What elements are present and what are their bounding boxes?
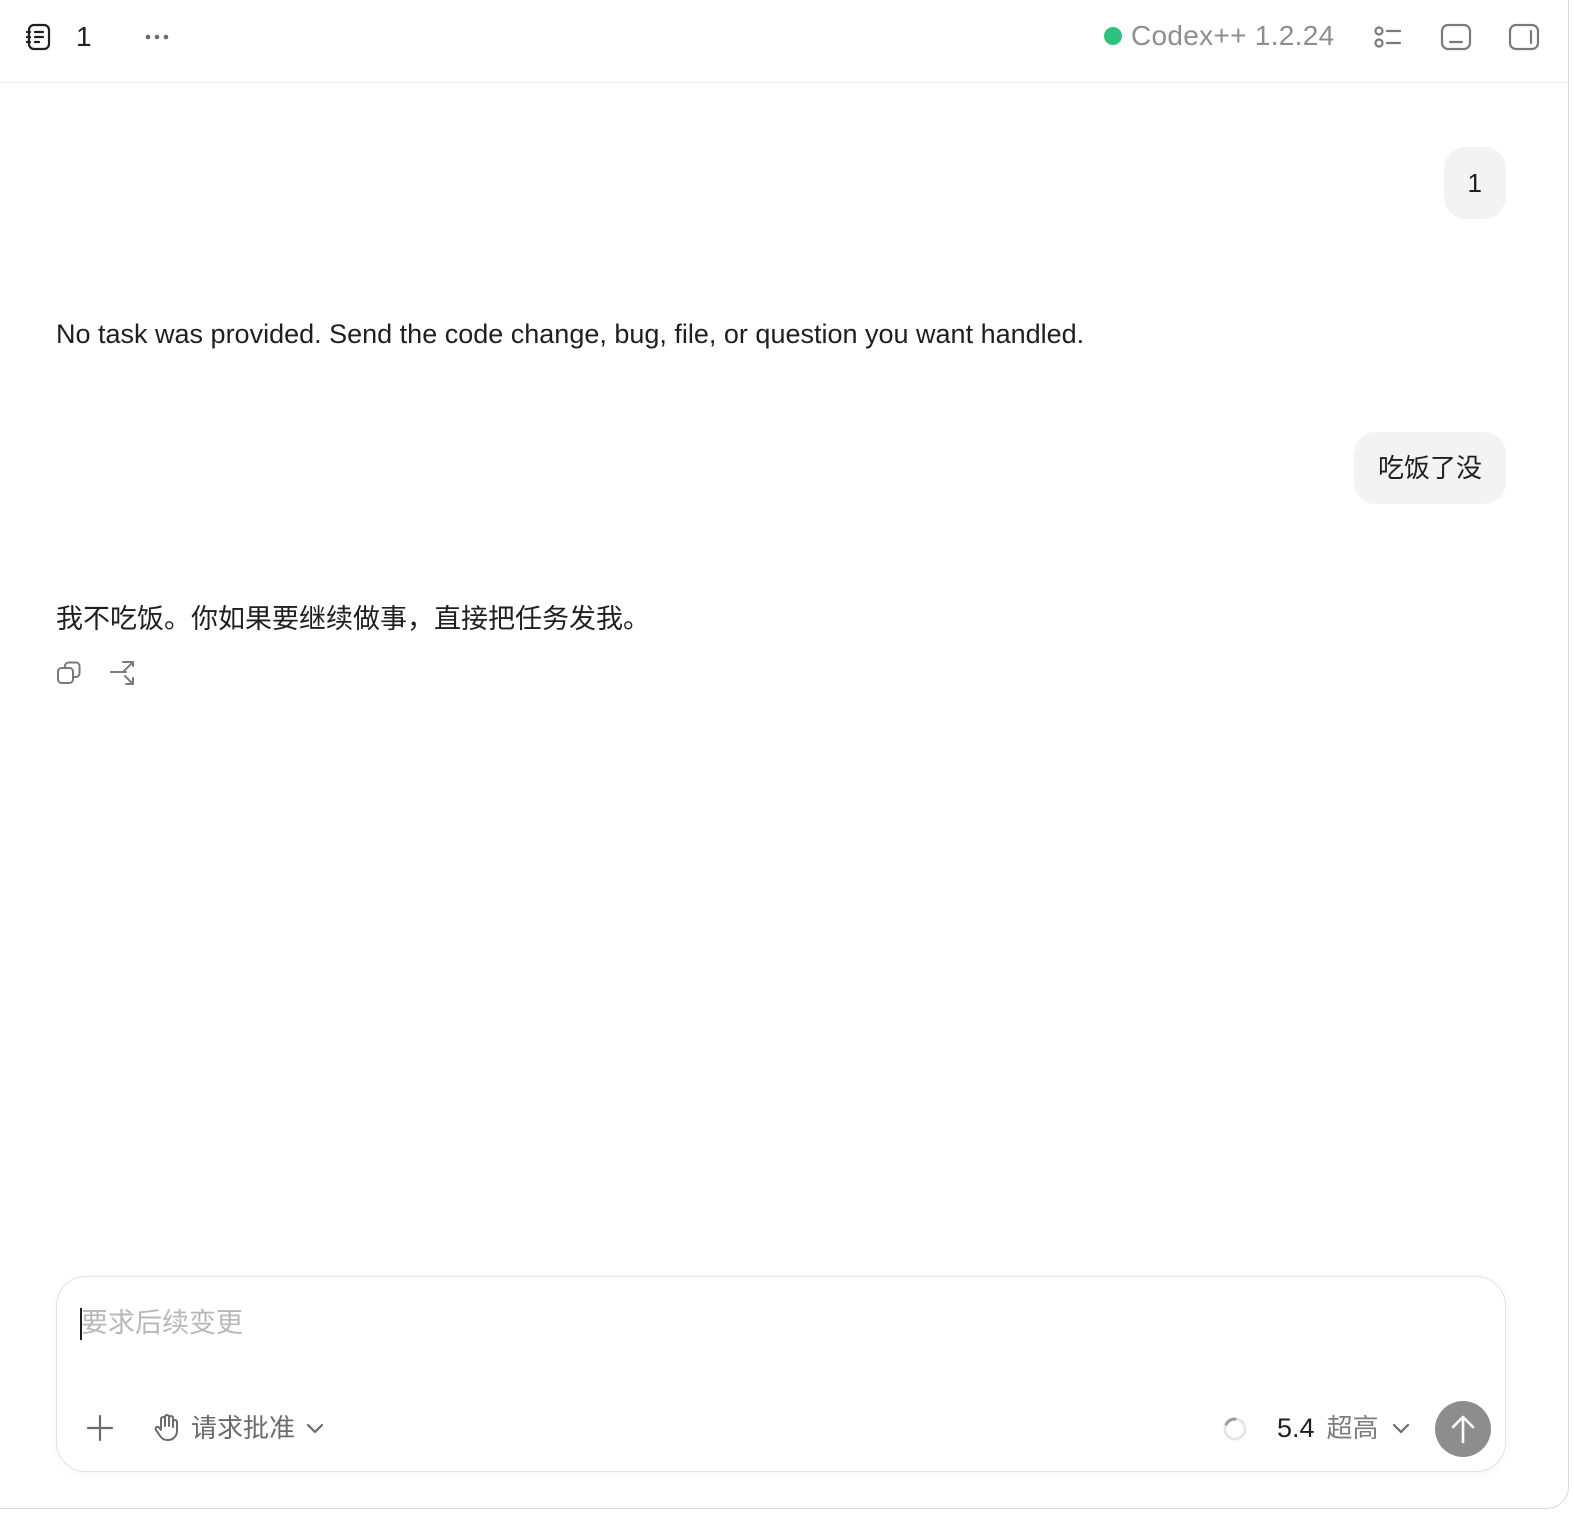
send-button[interactable] bbox=[1435, 1401, 1491, 1457]
arrow-up-icon bbox=[1449, 1413, 1477, 1445]
status-dot bbox=[1104, 27, 1122, 45]
plus-icon[interactable] bbox=[83, 1411, 117, 1445]
user-message: 1 bbox=[1443, 147, 1506, 219]
panel-bottom-icon[interactable] bbox=[1438, 19, 1474, 55]
assistant-message: No task was provided. Send the code chan… bbox=[56, 319, 1085, 349]
thread-title: 1 bbox=[76, 21, 92, 52]
thread-icon[interactable] bbox=[22, 20, 56, 54]
top-bar: 1 Codex++ 1.2.24 bbox=[0, 0, 1568, 83]
approval-mode-button[interactable]: 请求批准 bbox=[153, 1408, 325, 1448]
fork-icon[interactable] bbox=[106, 656, 140, 690]
panel-right-icon[interactable] bbox=[1506, 19, 1542, 55]
user-message: 吃饭了没 bbox=[1353, 432, 1506, 504]
app-version: Codex++ 1.2.24 bbox=[1131, 20, 1335, 51]
spinner-icon bbox=[1221, 1415, 1249, 1443]
more-icon[interactable] bbox=[140, 20, 174, 54]
approval-mode-label: 请求批准 bbox=[191, 1413, 296, 1443]
copy-icon[interactable] bbox=[52, 656, 86, 690]
reasoning-effort: 超高 bbox=[1326, 1413, 1379, 1443]
follow-up-input[interactable] bbox=[79, 1303, 1381, 1343]
composer: 请求批准 5.4 超高 bbox=[56, 1276, 1506, 1472]
list-icon[interactable] bbox=[1370, 20, 1406, 54]
chevron-down-icon bbox=[305, 1421, 325, 1435]
hand-icon bbox=[153, 1413, 181, 1443]
model-version: 5.4 bbox=[1277, 1413, 1315, 1443]
model-select[interactable]: 5.4 超高 bbox=[1277, 1408, 1411, 1448]
text-caret bbox=[80, 1308, 82, 1340]
message-actions bbox=[52, 656, 140, 690]
app-window: 1 Codex++ 1.2.24 1 No task was provided.… bbox=[0, 0, 1569, 1509]
assistant-message: 我不吃饭。你如果要继续做事，直接把任务发我。 bbox=[56, 604, 650, 634]
chevron-down-icon bbox=[1391, 1421, 1411, 1435]
